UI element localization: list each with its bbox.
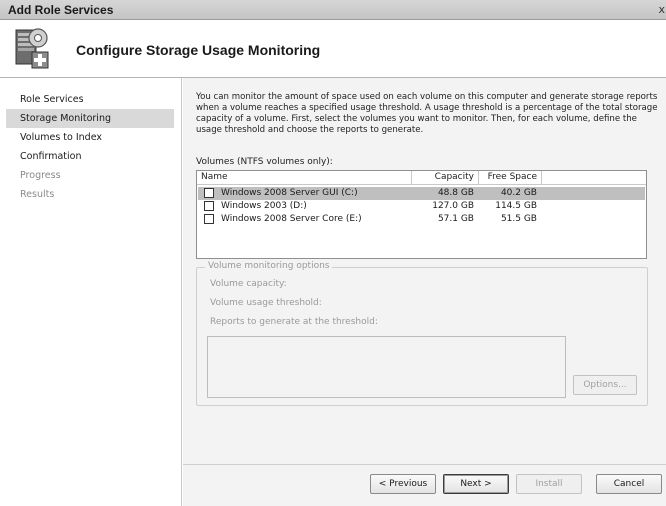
volumes-label: Volumes (NTFS volumes only): xyxy=(196,157,333,167)
volume-free-space: 51.5 GB xyxy=(500,214,537,224)
window-title: Add Role Services xyxy=(8,3,114,17)
volume-checkbox[interactable] xyxy=(204,201,214,211)
page-title: Configure Storage Usage Monitoring xyxy=(76,42,321,58)
reports-list xyxy=(207,336,566,398)
volume-capacity: 57.1 GB xyxy=(437,214,474,224)
volume-capacity-label: Volume capacity: xyxy=(210,279,287,289)
close-icon[interactable]: x xyxy=(658,3,665,16)
previous-button[interactable]: < Previous xyxy=(370,474,436,494)
sidebar-item-storage-monitoring[interactable]: Storage Monitoring xyxy=(6,109,174,128)
volume-name: Windows 2008 Server GUI (C:) xyxy=(221,188,358,198)
install-button[interactable]: Install xyxy=(516,474,582,494)
next-button[interactable]: Next > xyxy=(443,474,509,494)
footer-divider xyxy=(183,464,666,465)
storage-server-wizard-icon xyxy=(15,28,49,69)
volume-checkbox[interactable] xyxy=(204,214,214,224)
volume-free-space: 40.2 GB xyxy=(500,188,537,198)
volume-capacity: 48.8 GB xyxy=(437,188,474,198)
sidebar-item-progress: Progress xyxy=(20,170,61,181)
sidebar-item-confirmation[interactable]: Confirmation xyxy=(6,147,174,166)
volume-free-space: 114.5 GB xyxy=(495,201,537,211)
wizard-steps-sidebar: Role Services Storage Monitoring Volumes… xyxy=(0,78,182,506)
title-bar: Add Role Services x xyxy=(0,0,666,20)
volumes-list-header: Name Capacity Free Space xyxy=(197,171,646,185)
column-header-name[interactable]: Name xyxy=(197,171,412,185)
sidebar-item-volumes-to-index[interactable]: Volumes to Index xyxy=(6,128,174,147)
reports-label: Reports to generate at the threshold: xyxy=(210,317,378,327)
content-panel: You can monitor the amount of space used… xyxy=(183,78,666,506)
volume-name: Windows 2003 (D:) xyxy=(221,201,307,211)
sidebar-item-role-services[interactable]: Role Services xyxy=(6,90,174,109)
volume-name: Windows 2008 Server Core (E:) xyxy=(221,214,362,224)
volumes-list[interactable]: Name Capacity Free Space Windows 2008 Se… xyxy=(196,170,647,259)
sidebar-item-results: Results xyxy=(20,189,55,200)
table-row[interactable]: Windows 2008 Server Core (E:) 57.1 GB 51… xyxy=(198,213,645,226)
volume-capacity: 127.0 GB xyxy=(432,201,474,211)
table-row[interactable]: Windows 2008 Server GUI (C:) 48.8 GB 40.… xyxy=(198,187,645,200)
usage-threshold-label: Volume usage threshold: xyxy=(210,298,322,308)
intro-text: You can monitor the amount of space used… xyxy=(196,92,658,135)
volume-monitoring-options-group: Volume monitoring options Volume capacit… xyxy=(196,261,648,406)
options-button[interactable]: Options... xyxy=(573,375,637,395)
table-row[interactable]: Windows 2003 (D:) 127.0 GB 114.5 GB xyxy=(198,200,645,213)
cancel-button[interactable]: Cancel xyxy=(596,474,662,494)
volume-checkbox[interactable] xyxy=(204,188,214,198)
column-header-free-space[interactable]: Free Space xyxy=(479,171,542,185)
group-legend: Volume monitoring options xyxy=(205,261,333,271)
column-header-capacity[interactable]: Capacity xyxy=(412,171,479,185)
page-header: Configure Storage Usage Monitoring xyxy=(0,20,666,78)
